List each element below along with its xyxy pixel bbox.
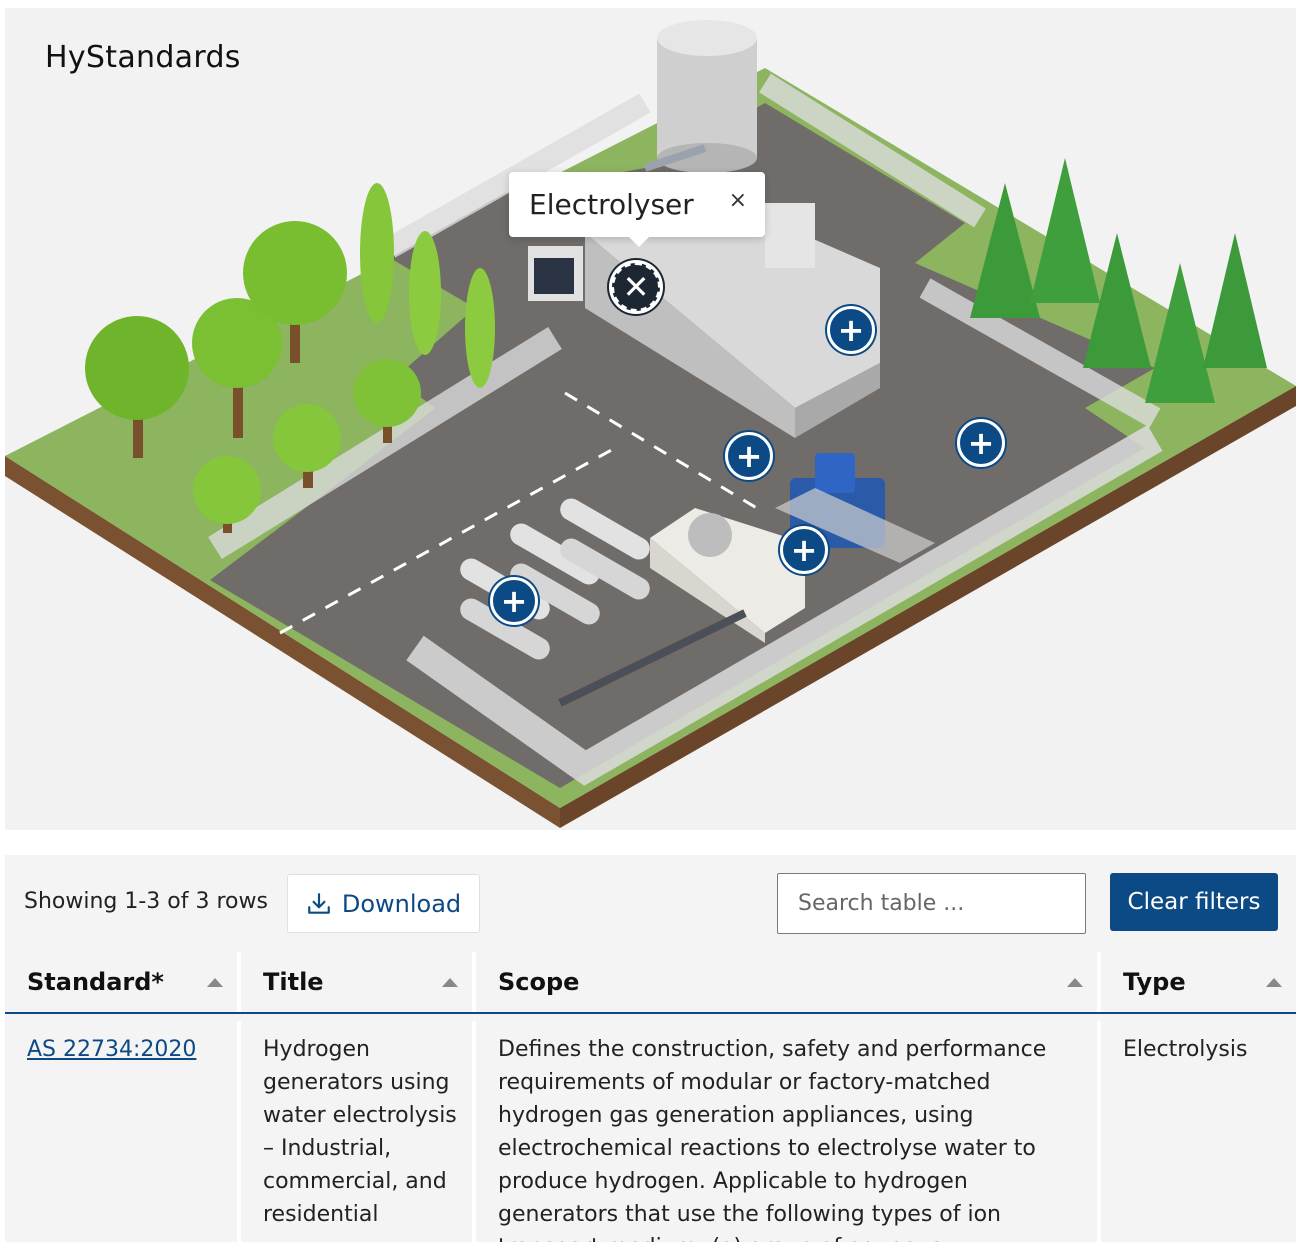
site-illustration: HyStandards Electrolyser × ✕ + + + + +	[5, 8, 1296, 830]
cell-title: Hydrogen generators using water electrol…	[241, 1021, 476, 1242]
column-header-type[interactable]: Type	[1101, 952, 1296, 1012]
column-header-scope[interactable]: Scope	[476, 952, 1101, 1012]
column-header-label: Type	[1123, 968, 1186, 996]
hotspot-plus-button[interactable]: +	[490, 577, 538, 625]
column-header-label: Title	[263, 968, 324, 996]
equipment-tooltip: Electrolyser ×	[509, 172, 765, 247]
standard-link[interactable]: AS 22734:2020	[27, 1037, 196, 1062]
sort-arrow-icon	[1067, 978, 1083, 987]
column-header-standard[interactable]: Standard*	[5, 952, 241, 1012]
hotspot-plus-button[interactable]: +	[827, 306, 875, 354]
tooltip-close-icon[interactable]: ×	[729, 190, 747, 212]
brand-title: HyStandards	[45, 40, 241, 75]
cell-standard: AS 22734:2020	[5, 1021, 241, 1242]
download-button[interactable]: Download	[287, 874, 480, 933]
hotspot-plus-button[interactable]: +	[957, 419, 1005, 467]
hotspot-plus-button[interactable]: +	[725, 432, 773, 480]
search-input[interactable]	[777, 873, 1086, 934]
clear-filters-button[interactable]: Clear filters	[1110, 873, 1278, 931]
sort-arrow-icon	[207, 978, 223, 987]
column-header-title[interactable]: Title	[241, 952, 476, 1012]
site-map-graphic	[5, 20, 1296, 828]
standards-table-section: Showing 1-3 of 3 rows Download Clear fil…	[5, 855, 1296, 1242]
water-tank	[643, 20, 757, 173]
column-header-label: Standard*	[27, 968, 164, 996]
tooltip-title: Electrolyser	[529, 188, 694, 221]
cell-type: Electrolysis	[1123, 1037, 1248, 1062]
column-header-label: Scope	[498, 968, 580, 996]
table-header: Standard* Title Scope Type	[5, 952, 1296, 1014]
rows-count-text: Showing 1-3 of 3 rows	[24, 889, 268, 914]
download-label: Download	[341, 889, 462, 918]
hotspot-electrolyser-close-button[interactable]: ✕	[612, 263, 660, 311]
sort-arrow-icon	[442, 978, 458, 987]
cell-scope: Defines the construction, safety and per…	[476, 1021, 1101, 1242]
hotspot-plus-button[interactable]: +	[780, 526, 828, 574]
table-toolbar: Showing 1-3 of 3 rows Download Clear fil…	[5, 855, 1296, 950]
sort-arrow-icon	[1266, 978, 1282, 987]
download-icon	[308, 892, 330, 914]
